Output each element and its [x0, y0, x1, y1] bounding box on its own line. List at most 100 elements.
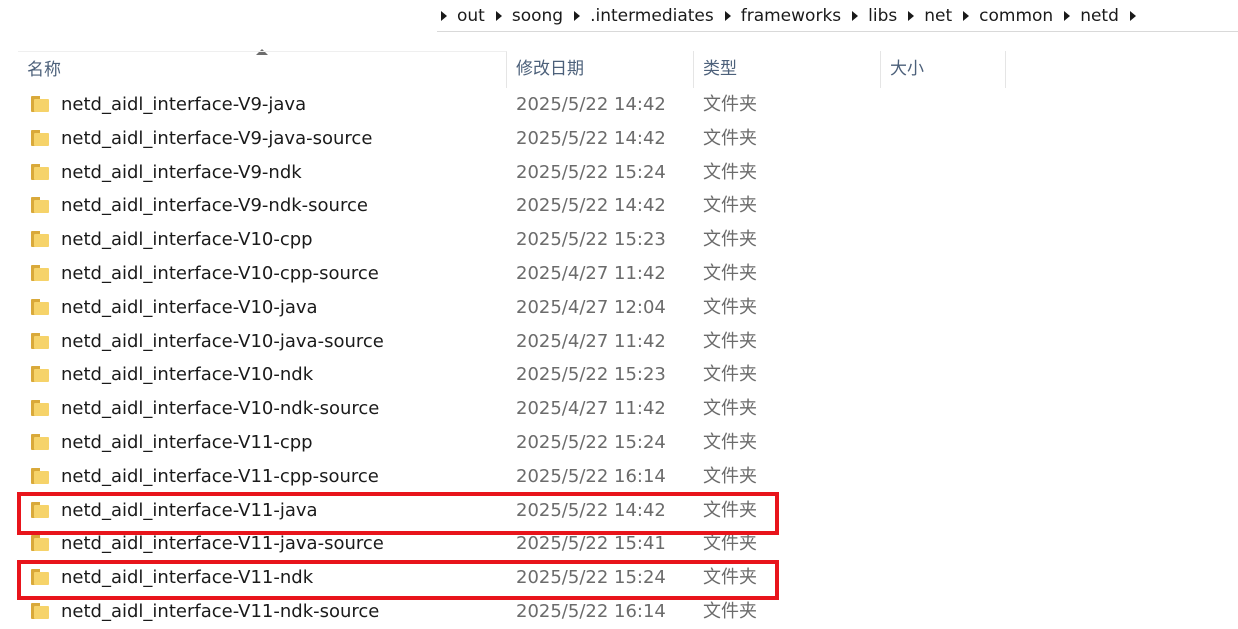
file-name: netd_aidl_interface-V9-java	[61, 94, 307, 115]
breadcrumb: out soong .intermediates frameworks libs…	[437, 0, 1238, 32]
chevron-right-icon[interactable]	[1064, 10, 1071, 21]
file-date: 2025/5/22 14:42	[516, 94, 666, 115]
file-name: netd_aidl_interface-V10-java-source	[61, 330, 384, 352]
breadcrumb-item[interactable]: out	[457, 6, 485, 26]
folder-icon	[31, 602, 49, 619]
column-header-type[interactable]: 类型	[694, 51, 881, 88]
file-date: 2025/4/27 11:42	[516, 330, 666, 352]
file-date: 2025/5/22 16:14	[516, 600, 666, 622]
file-row[interactable]: netd_aidl_interface-V10-cpp 2025/5/22 15…	[0, 223, 1238, 257]
folder-icon	[31, 501, 49, 518]
chevron-right-icon[interactable]	[495, 10, 502, 21]
file-row[interactable]: netd_aidl_interface-V9-java-source 2025/…	[0, 122, 1238, 156]
file-type: 文件夹	[703, 465, 757, 487]
chevron-right-icon[interactable]	[724, 10, 731, 21]
file-date: 2025/5/22 15:24	[516, 431, 666, 453]
folder-icon	[31, 433, 49, 450]
folder-icon	[31, 400, 49, 417]
file-type: 文件夹	[703, 567, 757, 589]
file-row[interactable]: netd_aidl_interface-V9-ndk 2025/5/22 15:…	[0, 156, 1238, 190]
chevron-right-icon[interactable]	[574, 10, 581, 21]
file-date: 2025/5/22 15:23	[516, 364, 666, 386]
folder-icon	[31, 535, 49, 552]
file-date: 2025/5/22 15:24	[516, 567, 666, 589]
file-type: 文件夹	[703, 296, 757, 318]
file-row[interactable]: netd_aidl_interface-V9-java 2025/5/22 14…	[0, 88, 1238, 122]
folder-icon	[31, 163, 49, 180]
file-name: netd_aidl_interface-V10-ndk	[61, 364, 314, 386]
file-date: 2025/5/22 14:42	[516, 127, 666, 149]
breadcrumb-item[interactable]: frameworks	[741, 6, 841, 26]
file-name: netd_aidl_interface-V9-ndk	[61, 161, 302, 183]
file-row[interactable]: netd_aidl_interface-V10-ndk-source 2025/…	[0, 392, 1238, 426]
file-name: netd_aidl_interface-V11-java	[61, 499, 318, 521]
file-row[interactable]: netd_aidl_interface-V10-ndk 2025/5/22 15…	[0, 358, 1238, 392]
file-date: 2025/5/22 15:24	[516, 161, 666, 183]
file-type: 文件夹	[703, 431, 757, 453]
column-header-size[interactable]: 大小	[881, 51, 1006, 88]
file-row[interactable]: netd_aidl_interface-V11-cpp 2025/5/22 15…	[0, 426, 1238, 460]
file-type: 文件夹	[703, 600, 757, 622]
file-type: 文件夹	[703, 94, 757, 115]
file-date: 2025/5/22 14:42	[516, 499, 666, 521]
file-date: 2025/5/22 15:41	[516, 533, 666, 555]
file-name: netd_aidl_interface-V9-java-source	[61, 127, 373, 149]
file-row[interactable]: netd_aidl_interface-V11-ndk-source 2025/…	[0, 595, 1238, 629]
file-type: 文件夹	[703, 161, 757, 183]
file-type: 文件夹	[703, 499, 757, 521]
file-date: 2025/5/22 15:23	[516, 229, 666, 251]
file-name: netd_aidl_interface-V10-java	[61, 296, 318, 318]
folder-icon	[31, 231, 49, 248]
file-type: 文件夹	[703, 262, 757, 284]
chevron-right-icon[interactable]	[852, 10, 859, 21]
folder-icon	[31, 366, 49, 383]
breadcrumb-item[interactable]: .intermediates	[590, 6, 714, 26]
chevron-right-icon[interactable]	[1129, 10, 1136, 21]
folder-icon	[31, 264, 49, 281]
column-header-row: 名称 修改日期 类型 大小	[0, 51, 1006, 88]
file-date: 2025/5/22 14:42	[516, 195, 666, 217]
breadcrumb-item[interactable]: netd	[1080, 6, 1119, 26]
file-type: 文件夹	[703, 127, 757, 149]
file-type: 文件夹	[703, 533, 757, 555]
folder-icon	[31, 197, 49, 214]
file-type: 文件夹	[703, 398, 757, 420]
file-row[interactable]: netd_aidl_interface-V11-java-source 2025…	[0, 527, 1238, 561]
column-header-date[interactable]: 修改日期	[507, 51, 694, 88]
file-name: netd_aidl_interface-V11-java-source	[61, 533, 384, 555]
breadcrumb-item[interactable]: libs	[868, 6, 897, 26]
chevron-right-icon[interactable]	[963, 10, 970, 21]
breadcrumb-item[interactable]: common	[979, 6, 1053, 26]
column-header-name[interactable]: 名称	[18, 51, 507, 88]
file-name: netd_aidl_interface-V10-cpp-source	[61, 262, 379, 284]
file-row[interactable]: netd_aidl_interface-V11-cpp-source 2025/…	[0, 460, 1238, 494]
file-type: 文件夹	[703, 330, 757, 352]
file-date: 2025/4/27 12:04	[516, 296, 666, 318]
file-name: netd_aidl_interface-V10-ndk-source	[61, 398, 380, 420]
file-name: netd_aidl_interface-V11-ndk-source	[61, 600, 380, 622]
file-date: 2025/4/27 11:42	[516, 398, 666, 420]
file-date: 2025/5/22 16:14	[516, 465, 666, 487]
folder-icon	[31, 129, 49, 146]
file-row[interactable]: netd_aidl_interface-V11-ndk 2025/5/22 15…	[0, 561, 1238, 595]
file-type: 文件夹	[703, 195, 757, 217]
file-row[interactable]: netd_aidl_interface-V9-ndk-source 2025/5…	[0, 189, 1238, 223]
chevron-right-icon[interactable]	[908, 10, 915, 21]
breadcrumb-item[interactable]: soong	[512, 6, 563, 26]
folder-icon	[31, 569, 49, 586]
folder-icon	[31, 467, 49, 484]
breadcrumb-item[interactable]: net	[924, 6, 952, 26]
file-row[interactable]: netd_aidl_interface-V11-java 2025/5/22 1…	[0, 494, 1238, 528]
file-row[interactable]: netd_aidl_interface-V10-java-source 2025…	[0, 325, 1238, 359]
file-name: netd_aidl_interface-V11-cpp-source	[61, 465, 379, 487]
file-name: netd_aidl_interface-V9-ndk-source	[61, 195, 368, 217]
file-row[interactable]: netd_aidl_interface-V10-cpp-source 2025/…	[0, 257, 1238, 291]
file-type: 文件夹	[703, 229, 757, 251]
file-list: netd_aidl_interface-V9-java 2025/5/22 14…	[0, 88, 1238, 629]
file-name: netd_aidl_interface-V10-cpp	[61, 229, 313, 251]
folder-icon	[31, 332, 49, 349]
chevron-right-icon[interactable]	[441, 10, 447, 21]
file-name: netd_aidl_interface-V11-cpp	[61, 431, 313, 453]
file-row[interactable]: netd_aidl_interface-V10-java 2025/4/27 1…	[0, 291, 1238, 325]
folder-icon	[31, 298, 49, 315]
